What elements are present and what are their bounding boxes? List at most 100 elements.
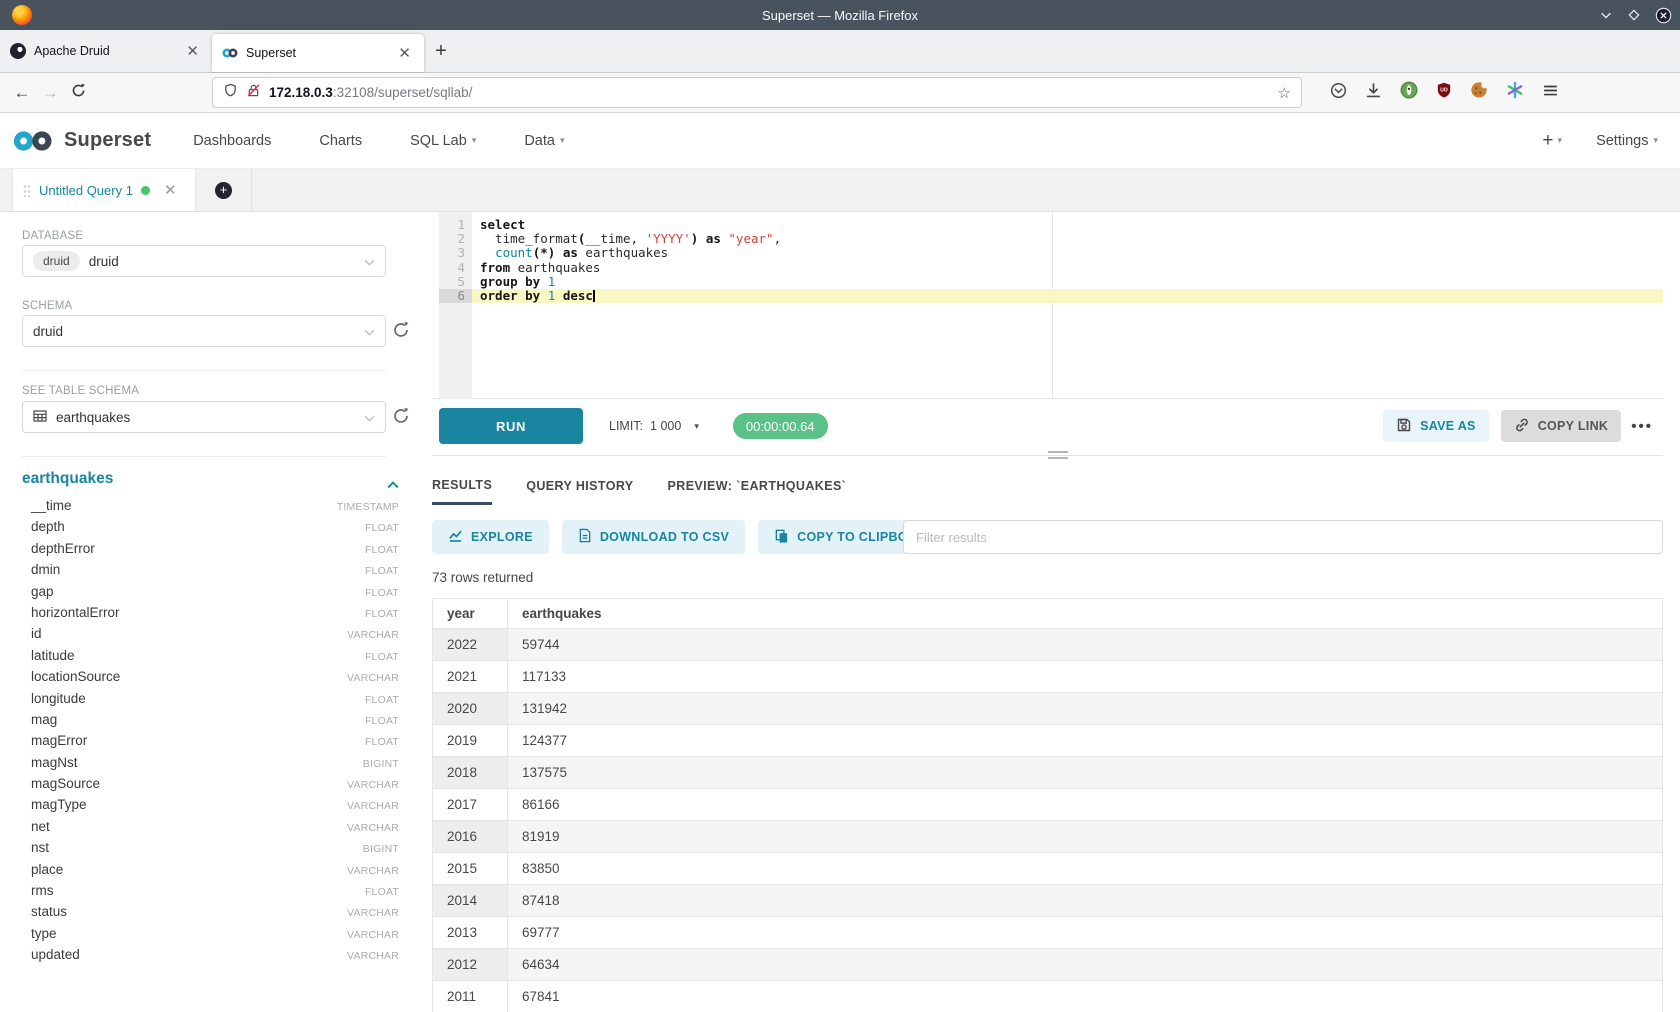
see-table-schema-label: SEE TABLE SCHEMA [22, 385, 139, 397]
tab-close-icon[interactable]: ✕ [395, 44, 414, 62]
status-dot [141, 186, 150, 195]
tab-preview-earthquakes[interactable]: PREVIEW: `EARTHQUAKES` [668, 467, 847, 505]
tab-close-icon[interactable]: ✕ [183, 42, 202, 60]
window-minimize-icon[interactable] [1599, 8, 1613, 22]
refresh-schema-icon[interactable] [392, 321, 412, 341]
sqllab-sidebar: DATABASE druid druid SCHEMA druid SEE TA… [0, 212, 432, 1012]
chevron-down-icon: ▾ [1558, 135, 1563, 146]
column-type: FLOAT [365, 694, 399, 706]
nav-item-charts[interactable]: Charts [319, 133, 362, 149]
code-line[interactable]: count(*) as earthquakes [472, 246, 1663, 260]
chevron-down-icon [364, 324, 375, 339]
bookmark-star-icon[interactable]: ☆ [1278, 84, 1291, 102]
new-tab-button[interactable]: + [424, 30, 458, 72]
cell-year: 2011 [433, 981, 508, 1012]
add-query-tab[interactable]: + [196, 169, 252, 211]
gutter-line-number: 2 [439, 232, 472, 246]
gutter-line-number: 1 [439, 218, 472, 232]
window-close-icon[interactable] [1655, 7, 1672, 24]
column-name: rms [22, 883, 54, 898]
column-type: VARCHAR [347, 800, 399, 812]
rows-returned-text: 73 rows returned [432, 570, 533, 585]
query-tab-untitled-query-1[interactable]: Untitled Query 1 ✕ [12, 169, 196, 211]
limit-dropdown[interactable]: LIMIT: 1 000 ▾ [609, 419, 699, 433]
cell-year: 2015 [433, 853, 508, 885]
extension-asterisk-icon[interactable] [1506, 81, 1524, 104]
more-options-button[interactable]: ••• [1631, 418, 1653, 435]
ublock-origin-icon[interactable]: UO [1436, 81, 1452, 104]
chevron-down-icon [364, 254, 375, 269]
explore-label: EXPLORE [471, 530, 533, 544]
column-name: dmin [22, 562, 60, 577]
copy-link-button[interactable]: COPY LINK [1501, 410, 1622, 442]
cookie-icon[interactable] [1470, 81, 1488, 104]
column-type: BIGINT [363, 843, 399, 855]
column-type: FLOAT [365, 565, 399, 577]
nav-item-dashboards[interactable]: Dashboards [193, 133, 271, 149]
code-line[interactable]: time_format(__time, 'YYYY') as "year", [472, 232, 1663, 246]
nav-item-data[interactable]: Data▾ [524, 133, 564, 149]
window-maximize-icon[interactable] [1627, 8, 1641, 22]
filter-results-input[interactable] [903, 520, 1663, 554]
code-line[interactable]: from earthquakes [472, 261, 1663, 275]
browser-tab-apache-druid[interactable]: Apache Druid ✕ [0, 30, 212, 72]
download-csv-button[interactable]: DOWNLOAD TO CSV [562, 520, 745, 554]
editor-code[interactable]: select time_format(__time, 'YYYY') as "y… [472, 212, 1663, 303]
column-header-earthquakes[interactable]: earthquakes [508, 599, 1663, 629]
downloads-icon[interactable] [1365, 82, 1382, 104]
query-tabstrip: Untitled Query 1 ✕ + [0, 169, 1680, 212]
explore-button[interactable]: EXPLORE [432, 520, 549, 554]
cell-earthquakes: 69777 [508, 917, 1663, 949]
code-line[interactable]: group by 1 [472, 275, 1663, 289]
column-row: longitudeFLOAT [22, 691, 399, 712]
browser-tab-superset[interactable]: Superset ✕ [212, 34, 424, 72]
back-icon[interactable]: ← [8, 83, 36, 103]
settings-menu[interactable]: Settings▾ [1596, 133, 1658, 149]
table-row: 2021117133 [433, 661, 1663, 693]
cell-year: 2018 [433, 757, 508, 789]
column-row: magErrorFLOAT [22, 733, 399, 754]
table-row: 202259744 [433, 629, 1663, 661]
drag-handle-icon[interactable] [23, 184, 31, 197]
sql-editor[interactable]: 123456 select time_format(__time, 'YYYY'… [432, 212, 1663, 399]
column-name: latitude [22, 648, 75, 663]
plus-icon: + [215, 182, 232, 199]
column-header-year[interactable]: year [433, 599, 508, 629]
code-line[interactable]: order by 1 desc [472, 289, 1663, 303]
forward-icon[interactable]: → [36, 83, 64, 103]
superset-navbar: Superset Dashboards Charts SQL Lab▾ Data… [0, 113, 1680, 169]
collapse-chevron-icon[interactable] [387, 476, 399, 494]
table-row: 2018137575 [433, 757, 1663, 789]
superset-logo[interactable]: Superset [12, 128, 151, 154]
new-dropdown-button[interactable]: +▾ [1542, 130, 1562, 152]
tab-results[interactable]: RESULTS [432, 467, 492, 505]
column-type: VARCHAR [347, 950, 399, 962]
pocket-icon[interactable] [1330, 82, 1347, 104]
tab-query-history[interactable]: QUERY HISTORY [526, 467, 633, 505]
database-value: druid [89, 254, 119, 269]
column-name: type [22, 926, 57, 941]
table-select[interactable]: earthquakes [22, 401, 386, 433]
insecure-padlock-icon[interactable] [246, 83, 261, 103]
save-as-button[interactable]: SAVE AS [1383, 410, 1489, 442]
schema-select[interactable]: druid [22, 315, 386, 347]
nav-item-sql-lab[interactable]: SQL Lab▾ [410, 133, 476, 149]
refresh-table-icon[interactable] [392, 407, 412, 427]
url-bar[interactable]: 172.18.0.3:32108/superset/sqllab/ ☆ [212, 77, 1302, 108]
column-type: FLOAT [365, 522, 399, 534]
column-type: FLOAT [365, 651, 399, 663]
column-row: latitude FLOAT [22, 648, 399, 669]
shield-icon[interactable] [223, 83, 238, 103]
run-button[interactable]: RUN [439, 408, 583, 444]
clipboard-icon [774, 528, 789, 546]
query-tab-close-icon[interactable]: ✕ [164, 181, 177, 199]
database-select[interactable]: druid druid [22, 245, 386, 277]
resize-handle-icon[interactable] [1048, 451, 1068, 459]
browser-titlebar: Superset — Mozilla Firefox [0, 0, 1680, 30]
privacy-badger-icon[interactable] [1400, 81, 1418, 104]
hamburger-menu-icon[interactable] [1542, 82, 1559, 104]
code-line[interactable]: select [472, 218, 1663, 232]
reload-icon[interactable] [64, 83, 92, 103]
table-row: 201786166 [433, 789, 1663, 821]
superset-favicon-icon [222, 45, 238, 61]
